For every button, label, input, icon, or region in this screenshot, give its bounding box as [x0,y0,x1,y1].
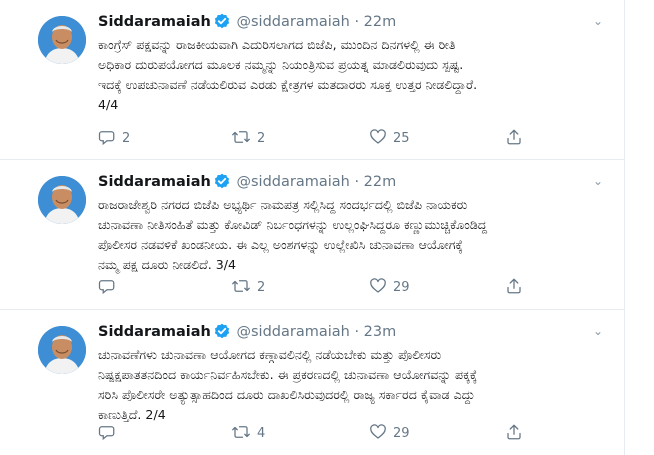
like-count: 29 [393,280,410,295]
tweet-actions: 2 29 [98,277,521,297]
author-handle[interactable]: @siddaramaiah [236,14,349,30]
tweet-text: ಚುನಾವಣೆಗಳು ಚುನಾವಣಾ ಆಯೋಗದ ಕಣ್ಗಾವಲಿನಲ್ಲಿ ನ… [98,347,478,422]
like-icon [370,129,386,144]
avatar[interactable] [38,176,86,224]
reply-icon [98,280,115,295]
like-button[interactable]: 25 [369,128,410,148]
tweet[interactable]: Siddaramaiah @siddaramaiah · 23m ⌄ ಚುನಾವ… [0,310,624,455]
like-icon [370,278,386,293]
share-icon [507,129,521,145]
separator-dot: · [354,174,360,190]
tweet-feed: Siddaramaiah @siddaramaiah · 22m ⌄ ಕಾಂಗ್… [0,0,625,455]
share-button[interactable] [505,277,523,297]
like-count: 29 [393,426,410,441]
tweet-text: ರಾಜರಾಜೇಶ್ವರಿ ನಗರದ ಬಿಜೆಪಿ ಅಭ್ಯರ್ಥಿ ನಾಮಪತ್… [98,197,488,272]
reply-button[interactable]: 2 [98,128,130,148]
tweet-content: Siddaramaiah @siddaramaiah · 23m ⌄ ಚುನಾವ… [98,322,608,425]
timestamp[interactable]: 22m [364,14,397,30]
retweet-count: 2 [257,280,266,295]
like-icon [370,424,386,439]
tweet-text: ಕಾಂಗ್ರೆಸ್ ಪಕ್ಷವನ್ನು ರಾಜಕೀಯವಾಗಿ ಎದುರಿಸಲಾಗ… [98,37,478,112]
author-name[interactable]: Siddaramaiah [98,174,211,190]
reply-icon [98,426,115,441]
separator-dot: · [354,14,360,30]
chevron-down-icon[interactable]: ⌄ [588,12,608,32]
tweet-content: Siddaramaiah @siddaramaiah · 22m ⌄ ಕಾಂಗ್… [98,12,608,115]
verified-badge-icon [214,323,230,345]
author-name[interactable]: Siddaramaiah [98,14,211,30]
chevron-down-icon[interactable]: ⌄ [588,322,608,342]
tweet-header: Siddaramaiah @siddaramaiah · 22m ⌄ [98,172,608,192]
avatar-portrait-icon [38,16,86,64]
timestamp[interactable]: 23m [364,324,397,340]
like-button[interactable]: 29 [369,277,410,297]
separator-dot: · [354,324,360,340]
tweet[interactable]: Siddaramaiah @siddaramaiah · 22m ⌄ ರಾಜರಾ… [0,160,624,310]
reply-button[interactable] [98,423,122,443]
avatar-portrait-icon [38,176,86,224]
share-button[interactable] [505,128,523,148]
avatar[interactable] [38,326,86,374]
tweet-content: Siddaramaiah @siddaramaiah · 22m ⌄ ರಾಜರಾ… [98,172,608,275]
timestamp[interactable]: 22m [364,174,397,190]
retweet-button[interactable]: 4 [231,423,265,443]
author-handle[interactable]: @siddaramaiah [236,324,349,340]
retweet-icon [232,131,250,143]
author-handle[interactable]: @siddaramaiah [236,174,349,190]
reply-icon [98,131,115,146]
verified-badge-icon [214,173,230,195]
tweet-header: Siddaramaiah @siddaramaiah · 23m ⌄ [98,322,608,342]
chevron-down-icon[interactable]: ⌄ [588,172,608,192]
retweet-icon [232,280,250,292]
reply-count: 2 [122,131,131,146]
retweet-button[interactable]: 2 [231,128,265,148]
tweet-actions: 4 29 [98,423,521,443]
reply-button[interactable] [98,277,122,297]
avatar-portrait-icon [38,326,86,374]
share-icon [507,424,521,440]
share-button[interactable] [505,423,523,443]
retweet-count: 4 [257,426,266,441]
like-button[interactable]: 29 [369,423,410,443]
tweet-header: Siddaramaiah @siddaramaiah · 22m ⌄ [98,12,608,32]
retweet-count: 2 [257,131,266,146]
share-icon [507,278,521,294]
tweet-actions: 2 2 25 [98,128,521,148]
retweet-icon [232,426,250,438]
verified-badge-icon [214,13,230,35]
tweet[interactable]: Siddaramaiah @siddaramaiah · 22m ⌄ ಕಾಂಗ್… [0,0,624,160]
retweet-button[interactable]: 2 [231,277,265,297]
avatar[interactable] [38,16,86,64]
like-count: 25 [393,131,410,146]
author-name[interactable]: Siddaramaiah [98,324,211,340]
